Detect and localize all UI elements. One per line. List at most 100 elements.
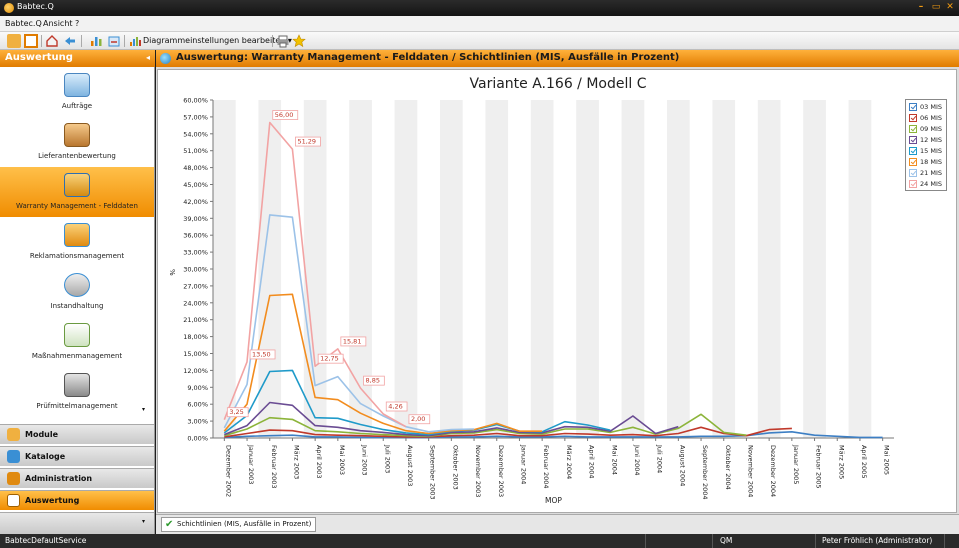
- collapse-arrow-icon[interactable]: ◂: [146, 53, 150, 62]
- checkbox-checked-icon[interactable]: [909, 180, 917, 188]
- legend-item-09-mis[interactable]: 09 MIS: [909, 125, 947, 134]
- grid-band: [757, 100, 781, 438]
- x-tick-label: August 2004: [678, 445, 686, 486]
- grid-band: [621, 100, 645, 438]
- sidebar-group-auswertung[interactable]: Auswertung: [0, 490, 154, 510]
- y-tick-label: 51,00%: [183, 147, 208, 155]
- sidebar-group-overflow[interactable]: ▾: [0, 512, 154, 534]
- y-axis-label: %: [168, 269, 176, 276]
- maintenance-icon: [64, 273, 90, 297]
- y-tick-label: 0,00%: [187, 435, 208, 443]
- x-tick-label: Mai 2004: [610, 445, 618, 475]
- menu-babtec[interactable]: Babtec.Q: [5, 19, 42, 28]
- data-label: 4,26: [388, 403, 402, 411]
- bar-chart-icon[interactable]: [89, 34, 103, 48]
- checkbox-checked-icon[interactable]: [909, 158, 917, 166]
- sidebar-group-module[interactable]: Module: [0, 424, 154, 444]
- checkbox-checked-icon[interactable]: [909, 169, 917, 177]
- checkbox-checked-icon[interactable]: [909, 147, 917, 155]
- y-tick-label: 24,00%: [183, 299, 208, 307]
- legend-item-06-mis[interactable]: 06 MIS: [909, 114, 947, 123]
- data-label: 15,81: [343, 337, 362, 345]
- sidebar-item-instandhaltung[interactable]: Instandhaltung: [0, 267, 154, 317]
- checkbox-checked-icon[interactable]: [909, 136, 917, 144]
- administration-icon: [7, 472, 20, 485]
- checkbox-checked-icon[interactable]: [909, 114, 917, 122]
- x-tick-label: März 2003: [292, 445, 300, 479]
- switch-user-icon[interactable]: [7, 34, 21, 48]
- content-header: Auswertung: Warranty Management - Feldda…: [156, 50, 959, 67]
- legend-item-15-mis[interactable]: 15 MIS: [909, 147, 947, 156]
- grid-band: [848, 100, 872, 438]
- scroll-down-icon[interactable]: ▾: [142, 406, 145, 413]
- x-tick-label: April 2005: [860, 445, 868, 478]
- x-tick-label: Januar 2003: [247, 444, 255, 484]
- x-tick-label: März 2004: [565, 445, 573, 479]
- checkbox-checked-icon[interactable]: [909, 103, 917, 111]
- diagram-settings-button[interactable]: Diagrammeinstellungen bearbeiten ▾: [143, 36, 292, 45]
- warranty-icon: [64, 173, 90, 197]
- tab-schichtlinien[interactable]: ✔ Schichtlinien (MIS, Ausfälle in Prozen…: [161, 517, 317, 532]
- x-tick-label: Dezember 2002: [224, 445, 232, 497]
- back-arrow-icon[interactable]: [63, 34, 77, 48]
- window-title: Babtec.Q: [17, 2, 54, 11]
- legend-label: 15 MIS: [920, 147, 942, 155]
- chart-settings-icon[interactable]: [128, 34, 142, 48]
- menu-help[interactable]: ?: [75, 19, 79, 28]
- sidebar-item-lieferantenbewertung[interactable]: Lieferantenbewertung: [0, 117, 154, 167]
- status-service: BabtecDefaultService: [5, 536, 87, 545]
- x-tick-label: Januar 2005: [792, 444, 800, 484]
- legend-item-03-mis[interactable]: 03 MIS: [909, 103, 947, 112]
- y-tick-label: 30,00%: [183, 266, 208, 274]
- y-tick-label: 36,00%: [183, 232, 208, 240]
- legend-item-12-mis[interactable]: 12 MIS: [909, 136, 947, 145]
- y-tick-label: 9,00%: [187, 384, 208, 392]
- sidebar-item-massnahmenmanagement[interactable]: Maßnahmenmanagement: [0, 317, 154, 367]
- sidebar-group-kataloge[interactable]: Kataloge: [0, 446, 154, 466]
- grid-band: [803, 100, 826, 438]
- checkbox-checked-icon[interactable]: [909, 125, 917, 133]
- modules-icon: [7, 428, 20, 441]
- measures-icon: [64, 323, 90, 347]
- checkmark-icon: ✔: [165, 519, 174, 530]
- data-label: 12,75: [320, 355, 339, 363]
- legend-label: 03 MIS: [920, 103, 942, 111]
- sidebar-group-administration[interactable]: Administration: [0, 468, 154, 488]
- tab-strip: ✔ Schichtlinien (MIS, Ausfälle in Prozen…: [156, 514, 959, 534]
- sidebar-item-auftraege[interactable]: Aufträge: [0, 67, 154, 117]
- data-label: 3,25: [229, 408, 243, 416]
- y-tick-label: 57,00%: [183, 113, 208, 121]
- sidebar-item-warranty-management[interactable]: Warranty Management - Felddaten: [0, 167, 154, 217]
- y-tick-label: 21,00%: [183, 316, 208, 324]
- x-tick-label: April 2004: [588, 445, 596, 478]
- legend-item-21-mis[interactable]: 21 MIS: [909, 169, 947, 178]
- legend-label: 24 MIS: [920, 180, 942, 188]
- analysis-icon: [7, 494, 20, 507]
- grid-band: [667, 100, 690, 438]
- window-layout-icon[interactable]: [24, 34, 38, 48]
- maximize-icon[interactable]: ▭: [930, 1, 942, 14]
- x-tick-label: März 2005: [837, 445, 845, 479]
- x-tick-label: Juni 2003: [361, 444, 369, 476]
- chevron-down-icon: ▾: [142, 518, 146, 525]
- home-icon[interactable]: [45, 34, 59, 48]
- data-label: 8,85: [366, 377, 380, 385]
- data-label: 13,50: [252, 350, 271, 358]
- x-tick-label: Februar 2003: [270, 445, 278, 489]
- sidebar: Auswertung ◂ Aufträge Lieferantenbewertu…: [0, 50, 155, 534]
- warranty-header-icon: [160, 53, 171, 64]
- favorite-star-icon[interactable]: [292, 34, 306, 48]
- legend-item-24-mis[interactable]: 24 MIS: [909, 180, 947, 189]
- menu-ansicht[interactable]: Ansicht: [43, 19, 73, 28]
- close-icon[interactable]: ✕: [944, 1, 956, 14]
- x-tick-label: September 2004: [701, 445, 709, 500]
- y-tick-label: 18,00%: [183, 333, 208, 341]
- minimize-icon[interactable]: –: [915, 1, 927, 14]
- supplier-rating-icon: [64, 123, 90, 147]
- legend-item-18-mis[interactable]: 18 MIS: [909, 158, 947, 167]
- export-icon[interactable]: [107, 34, 121, 48]
- sidebar-item-reklamationsmanagement[interactable]: Reklamationsmanagement: [0, 217, 154, 267]
- print-icon[interactable]: [276, 34, 290, 48]
- x-tick-label: Mai 2003: [338, 445, 346, 475]
- sidebar-item-pruefmittelmanagement[interactable]: Prüfmittelmanagement: [0, 367, 154, 417]
